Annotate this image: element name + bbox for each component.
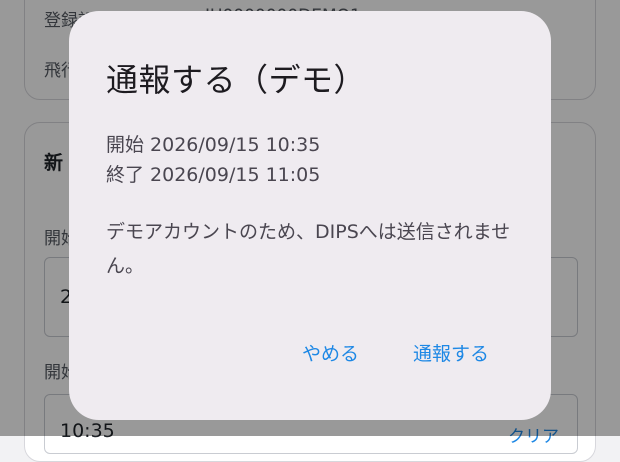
end-time-line: 終了 2026/09/15 11:05 xyxy=(106,164,321,186)
report-button[interactable]: 通報する xyxy=(407,335,495,370)
dialog-title: 通報する（デモ） xyxy=(106,61,367,99)
dialog-message: デモアカウントのため、DIPSへは送信されません。 xyxy=(106,221,511,277)
cancel-button[interactable]: やめる xyxy=(296,335,365,370)
start-time-line: 開始 2026/09/15 10:35 xyxy=(106,134,321,156)
report-dialog: 通報する（デモ） 開始 2026/09/15 10:35 終了 2026/09/… xyxy=(69,11,551,420)
